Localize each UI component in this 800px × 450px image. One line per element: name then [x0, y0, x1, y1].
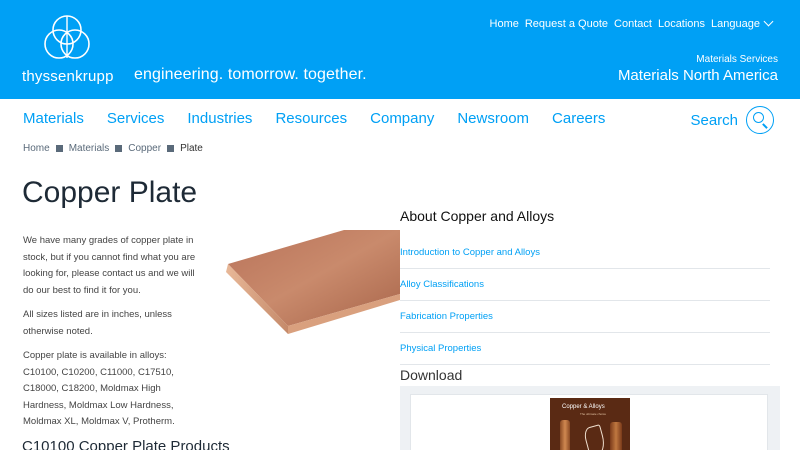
breadcrumb-home[interactable]: Home: [23, 143, 50, 154]
logo-rings-icon: [44, 15, 90, 59]
brochure-thumbnail[interactable]: Copper & Alloys The ultimate choice: [550, 398, 630, 450]
download-heading: Download: [400, 367, 463, 383]
description-paragraph: Copper plate is available in alloys: C10…: [23, 350, 175, 427]
copper-wire-graphic: [582, 424, 608, 450]
nav-materials[interactable]: Materials: [23, 110, 84, 127]
nav-company[interactable]: Company: [370, 110, 434, 127]
about-links: Introduction to Copper and Alloys Alloy …: [400, 237, 770, 365]
top-nav: Home Request a Quote Contact Locations L…: [490, 16, 774, 30]
download-card[interactable]: Copper & Alloys The ultimate choice: [410, 394, 768, 450]
top-nav-locations[interactable]: Locations: [658, 18, 705, 30]
download-panel: Copper & Alloys The ultimate choice: [400, 386, 780, 450]
link-physical-properties[interactable]: Physical Properties: [400, 333, 770, 365]
nav-industries[interactable]: Industries: [187, 110, 252, 127]
main-nav: Materials Services Industries Resources …: [23, 110, 628, 127]
search-button[interactable]: Search: [690, 106, 774, 134]
top-nav-home[interactable]: Home: [490, 18, 519, 30]
breadcrumb-copper[interactable]: Copper: [128, 143, 161, 154]
brand-name: thyssenkrupp: [22, 68, 114, 85]
top-nav-request-quote[interactable]: Request a Quote: [525, 18, 608, 30]
breadcrumb-plate: Plate: [180, 143, 203, 154]
nav-services[interactable]: Services: [107, 110, 165, 127]
top-nav-contact[interactable]: Contact: [614, 18, 652, 30]
copper-tube-graphic: [560, 420, 570, 450]
copper-tube-graphic: [610, 422, 622, 450]
nav-newsroom[interactable]: Newsroom: [457, 110, 529, 127]
nav-resources[interactable]: Resources: [275, 110, 347, 127]
search-label: Search: [690, 111, 738, 129]
language-selector[interactable]: Language: [711, 16, 774, 30]
about-heading: About Copper and Alloys: [400, 208, 555, 224]
breadcrumb-separator-icon: [115, 145, 123, 152]
language-label: Language: [711, 18, 760, 30]
search-icon: [746, 106, 774, 134]
link-intro-copper[interactable]: Introduction to Copper and Alloys: [400, 237, 770, 269]
description-paragraph: All sizes listed are in inches, unless o…: [23, 309, 172, 337]
thyssenkrupp-logo[interactable]: thyssenkrupp: [22, 14, 114, 85]
nav-careers[interactable]: Careers: [552, 110, 605, 127]
breadcrumb-separator-icon: [167, 145, 175, 152]
page-description: We have many grades of copper plate in s…: [23, 233, 198, 439]
breadcrumb: Home Materials Copper Plate: [23, 143, 203, 154]
copper-plate-image: [226, 230, 400, 334]
link-alloy-classifications[interactable]: Alloy Classifications: [400, 269, 770, 301]
tagline: engineering. tomorrow. together.: [134, 66, 367, 83]
section-heading: C10100 Copper Plate Products: [22, 438, 230, 450]
region-subtitle: Materials Services: [696, 54, 778, 65]
page-title: Copper Plate: [22, 176, 198, 209]
site-header: thyssenkrupp engineering. tomorrow. toge…: [0, 0, 800, 99]
description-paragraph: We have many grades of copper plate in s…: [23, 235, 196, 296]
brochure-title: Copper & Alloys: [562, 404, 605, 410]
chevron-down-icon: [763, 16, 774, 27]
breadcrumb-separator-icon: [55, 145, 63, 152]
link-fabrication-properties[interactable]: Fabrication Properties: [400, 301, 770, 333]
breadcrumb-materials[interactable]: Materials: [69, 143, 110, 154]
brochure-subtitle: The ultimate choice: [580, 412, 607, 416]
region-title[interactable]: Materials North America: [618, 67, 778, 84]
